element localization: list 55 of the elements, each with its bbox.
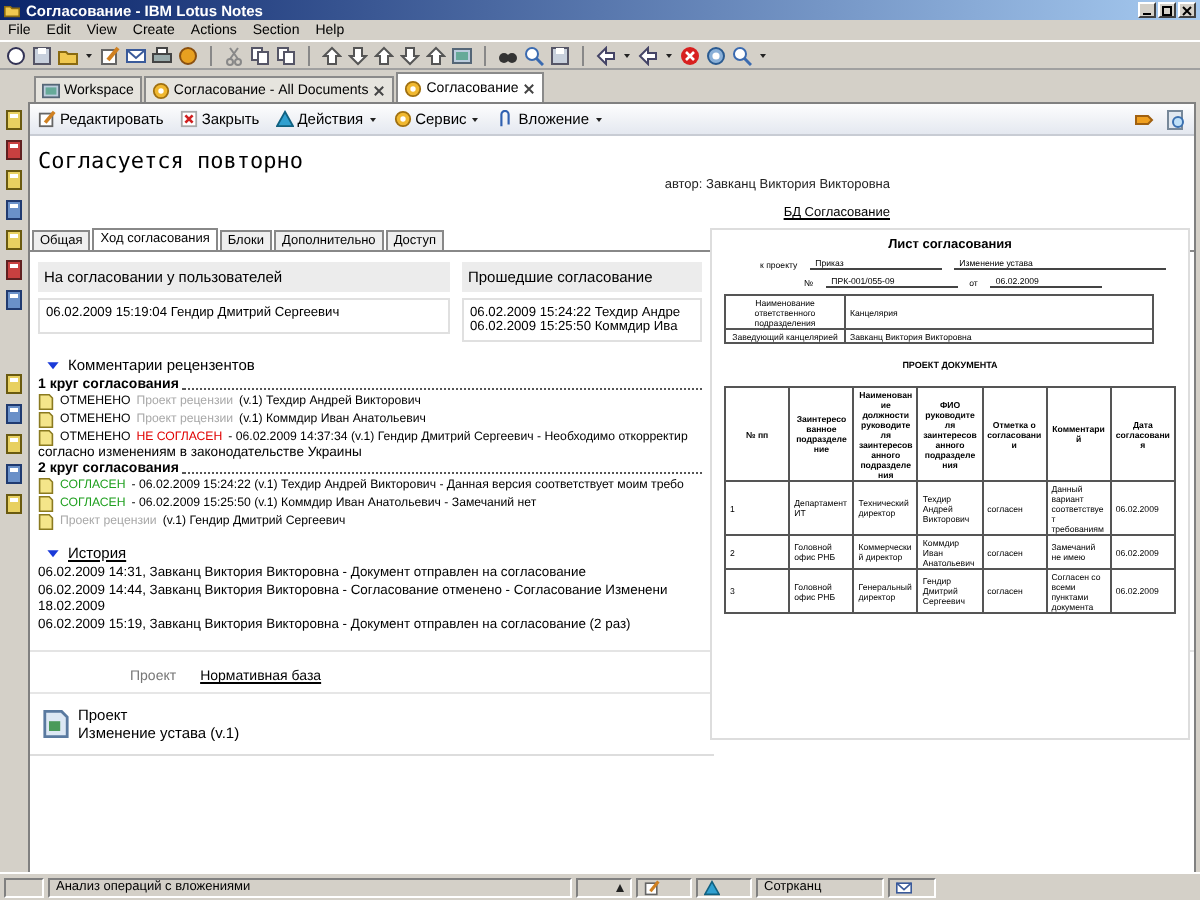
notebook-icon[interactable] (4, 230, 24, 250)
stop-icon[interactable] (680, 45, 700, 65)
down-arrow-icon[interactable] (348, 45, 368, 65)
back-arrow-icon[interactable] (596, 45, 616, 65)
notebook-icon[interactable] (4, 110, 24, 130)
preview-icon[interactable] (1166, 109, 1186, 129)
print-icon[interactable] (152, 45, 172, 65)
maximize-button[interactable] (1158, 2, 1176, 18)
notebook-icon[interactable] (4, 434, 24, 454)
notebook-icon[interactable] (4, 404, 24, 424)
document-title: Согласуется повторно (36, 146, 305, 174)
notebook-icon[interactable] (4, 374, 24, 394)
caret-icon (470, 113, 481, 125)
expanded-triangle-icon[interactable] (46, 358, 60, 372)
mail-icon[interactable] (126, 45, 146, 65)
pencil-icon (38, 110, 56, 128)
notebook-icon[interactable] (4, 170, 24, 190)
save-icon[interactable] (550, 45, 570, 65)
close-icon[interactable] (522, 81, 537, 95)
pencil-icon[interactable] (644, 879, 660, 895)
back-arrow-icon[interactable] (638, 45, 658, 65)
maximize-icon (1162, 5, 1172, 15)
paperclip-icon (496, 110, 515, 128)
status-field (4, 877, 44, 897)
triangle-icon (275, 110, 294, 128)
triangle-icon[interactable] (704, 879, 720, 895)
notebook-icon[interactable] (4, 260, 24, 280)
search-icon[interactable] (732, 45, 752, 65)
notebook-icon[interactable] (4, 290, 24, 310)
notebook-icon[interactable] (4, 464, 24, 484)
close-icon (1182, 5, 1192, 15)
minimize-button[interactable] (1138, 2, 1156, 18)
circle-icon[interactable] (6, 45, 26, 65)
notebook-icon[interactable] (4, 494, 24, 514)
attachment-icon[interactable] (42, 708, 70, 740)
edit-icon[interactable] (100, 45, 120, 65)
caret-icon (593, 113, 604, 125)
close-icon[interactable] (372, 83, 387, 97)
refresh-icon[interactable] (706, 45, 726, 65)
notebook-icon[interactable] (4, 200, 24, 220)
down-arrow-icon[interactable] (400, 45, 420, 65)
notebook-icon[interactable] (4, 140, 24, 160)
up-arrow-icon[interactable] (322, 45, 342, 65)
close-icon (179, 110, 198, 128)
app-icon (4, 2, 20, 18)
up-arrow-icon[interactable] (616, 883, 624, 891)
save-icon[interactable] (32, 45, 52, 65)
close-button[interactable] (1178, 2, 1196, 18)
tab-icon (404, 79, 423, 97)
expanded-triangle-icon[interactable] (46, 546, 60, 560)
mail-icon[interactable] (896, 879, 912, 895)
up-arrow-icon[interactable] (374, 45, 394, 65)
up-arrow-icon[interactable] (426, 45, 446, 65)
caret-icon (367, 113, 378, 125)
search-icon[interactable] (524, 45, 544, 65)
